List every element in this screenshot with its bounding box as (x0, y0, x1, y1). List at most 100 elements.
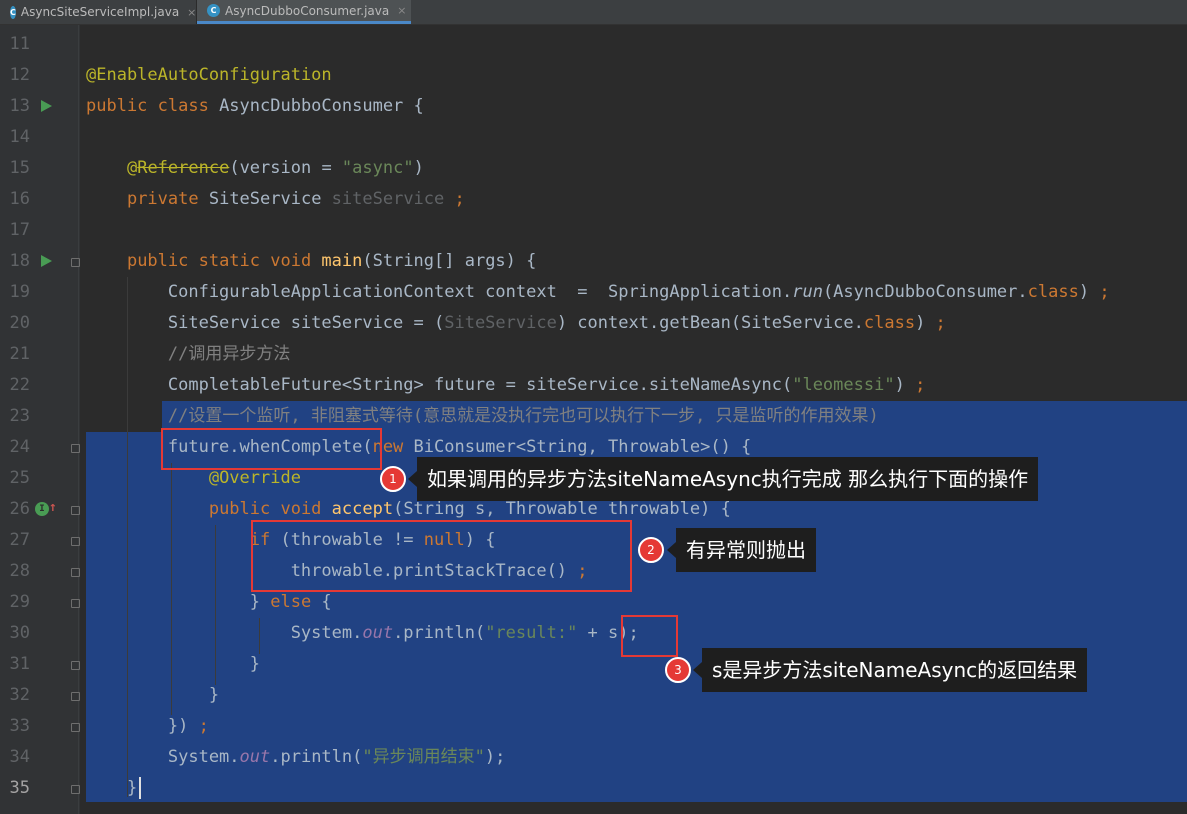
code-line[interactable]: 14 (0, 122, 1187, 153)
run-icon[interactable] (41, 255, 52, 267)
line-number: 21 (9, 344, 30, 364)
code-token: ) (1078, 282, 1100, 302)
code-text: System.out.println("异步调用结束"); (86, 742, 505, 773)
text-cursor (139, 777, 141, 799)
code-token: ) (915, 313, 936, 333)
tab-asyncdubboconsumer[interactable]: C AsyncDubboConsumer.java × (197, 0, 411, 24)
fold-icon[interactable] (71, 723, 80, 732)
close-icon[interactable]: × (397, 4, 406, 17)
tab-asyncsiteserviceimpl[interactable]: C AsyncSiteServiceImpl.java × (0, 0, 196, 24)
code-token: CompletableFuture<String> future = siteS… (86, 375, 793, 395)
code-line[interactable]: 21 //调用异步方法 (0, 339, 1187, 370)
code-token: (String[] args) { (362, 251, 537, 271)
code-token: .println( (393, 623, 486, 643)
highlight-box (161, 428, 382, 470)
code-token: else (270, 592, 322, 612)
code-token: ) (894, 375, 916, 395)
line-number: 26 (9, 499, 30, 519)
code-token: //调用异步方法 (167, 344, 291, 364)
code-text: SiteService siteService = (SiteService) … (86, 308, 946, 339)
fold-icon[interactable] (71, 785, 80, 794)
close-icon[interactable]: × (187, 6, 196, 19)
code-token: main (321, 251, 363, 271)
code-token: System. (86, 623, 363, 643)
implements-method-icon[interactable]: I (35, 502, 49, 516)
code-token: ; (935, 313, 946, 333)
code-text: private SiteService siteService ; (86, 184, 465, 215)
code-token: @EnableAutoConfiguration (86, 65, 332, 85)
code-line[interactable]: 22 CompletableFuture<String> future = si… (0, 370, 1187, 401)
code-token: AsyncDubboConsumer { (219, 96, 424, 116)
line-number: 28 (9, 561, 30, 581)
line-number: 22 (9, 375, 30, 395)
code-line[interactable]: 11 (0, 29, 1187, 60)
code-token: } (86, 685, 220, 705)
tab-label: AsyncSiteServiceImpl.java (20, 5, 180, 19)
callout-number: 3 (665, 657, 691, 683)
code-text: public static void main(String[] args) { (86, 246, 536, 277)
code-line[interactable]: 13 public class AsyncDubboConsumer { (0, 91, 1187, 122)
code-token: ConfigurableApplicationContext context =… (86, 282, 793, 302)
code-line[interactable]: 18 public static void main(String[] args… (0, 246, 1187, 277)
line-number: 12 (9, 65, 30, 85)
code-token: "result:" (485, 623, 578, 643)
code-text: System.out.println("result:" + s); (86, 618, 639, 649)
line-number: 13 (9, 96, 30, 116)
line-number: 18 (9, 251, 30, 271)
fold-icon[interactable] (71, 692, 80, 701)
highlight-box (621, 615, 678, 657)
code-token: run (792, 282, 823, 302)
code-line[interactable]: 17 (0, 215, 1187, 246)
code-token: @Override (208, 468, 301, 488)
line-number: 16 (9, 189, 30, 209)
line-number: 34 (9, 747, 30, 767)
code-token: ; (198, 716, 209, 736)
code-token: out (239, 747, 271, 767)
code-line[interactable]: 19 ConfigurableApplicationContext contex… (0, 277, 1187, 308)
code-token: ); (484, 747, 506, 767)
code-line[interactable]: 12 @EnableAutoConfiguration (0, 60, 1187, 91)
callout-number: 1 (380, 466, 406, 492)
line-number: 29 (9, 592, 30, 612)
fold-icon[interactable] (71, 258, 80, 267)
code-text: } (86, 773, 137, 804)
line-number: 17 (9, 220, 30, 240)
code-line[interactable]: 16 private SiteService siteService ; (0, 184, 1187, 215)
line-number: 11 (9, 34, 30, 54)
code-line[interactable]: 15 @Reference(version = "async") (0, 153, 1187, 184)
code-text: CompletableFuture<String> future = siteS… (86, 370, 925, 401)
callout-note: 有异常则抛出 (667, 528, 816, 572)
code-token: SiteService siteService = ( (86, 313, 445, 333)
code-token: class (1027, 282, 1079, 302)
fold-icon[interactable] (71, 568, 80, 577)
code-token: out (362, 623, 394, 643)
code-text: public class AsyncDubboConsumer { (86, 91, 424, 122)
fold-icon[interactable] (71, 661, 80, 670)
run-icon[interactable] (41, 100, 52, 112)
code-line[interactable]: 33 }) ; (0, 711, 1187, 742)
code-token: } (86, 592, 271, 612)
fold-icon[interactable] (71, 444, 80, 453)
code-token: SiteService (208, 189, 332, 209)
callout-number: 2 (638, 537, 664, 563)
code-line[interactable]: 20 SiteService siteService = (SiteServic… (0, 308, 1187, 339)
code-line[interactable]: 34 System.out.println("异步调用结束"); (0, 742, 1187, 773)
code-token: "异步调用结束" (362, 747, 485, 767)
fold-icon[interactable] (71, 537, 80, 546)
code-text: //调用异步方法 (86, 339, 290, 370)
line-number: 25 (9, 468, 30, 488)
line-number: 24 (9, 437, 30, 457)
code-token: siteService (331, 189, 445, 209)
java-class-icon: C (207, 4, 220, 17)
fold-icon[interactable] (71, 506, 80, 515)
code-line[interactable]: 35 } (0, 773, 1187, 804)
code-text: } (86, 649, 260, 680)
code-line[interactable]: 30 System.out.println("result:" + s); (0, 618, 1187, 649)
code-token: //设置一个监听, 非阻塞式等待(意思就是没执行完也可以执行下一步, 只是监听的… (167, 406, 879, 426)
fold-icon[interactable] (71, 599, 80, 608)
